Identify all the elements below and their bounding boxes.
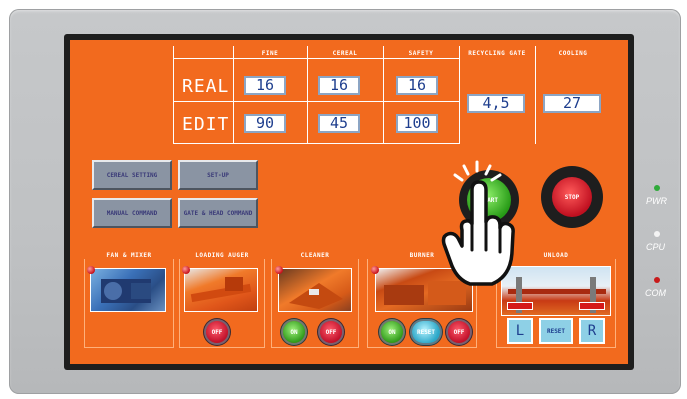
unload-right-indicator xyxy=(579,302,605,310)
fan-mixer-status-led xyxy=(87,266,95,274)
grid-line xyxy=(459,46,460,144)
header-safety: SAFETY xyxy=(408,50,434,57)
cereal-setting-button[interactable]: CEREAL SETTING xyxy=(92,160,172,190)
hmi-screen: FINE CEREAL SAFETY RECYCLING GATE COOLIN… xyxy=(70,40,628,364)
grid-line xyxy=(173,58,234,59)
burner-status-led xyxy=(371,266,379,274)
cleaner-status-led xyxy=(275,266,283,274)
stop-button[interactable]: STOP xyxy=(541,166,603,228)
cpu-label: CPU xyxy=(646,242,666,252)
edit-cereal-input[interactable]: 45 xyxy=(318,114,360,133)
unload-reset-button[interactable]: RESET xyxy=(539,318,573,344)
grid-line xyxy=(535,46,536,144)
loading-auger-label: LOADING AUGER xyxy=(179,252,265,259)
manual-command-button[interactable]: MANUAL COMMAND xyxy=(92,198,172,228)
fan-mixer-image xyxy=(90,268,166,312)
set-up-button[interactable]: SET-UP xyxy=(178,160,258,190)
com-label: COM xyxy=(645,288,666,298)
recycling-gate-value: 4,5 xyxy=(467,94,525,113)
real-fine-value: 16 xyxy=(244,76,286,95)
grid-line xyxy=(233,58,459,59)
edit-safety-input[interactable]: 100 xyxy=(396,114,438,133)
unload-right-button[interactable]: R xyxy=(579,318,605,344)
unload-left-button[interactable]: L xyxy=(507,318,533,344)
loading-auger-off-button[interactable]: OFF xyxy=(206,321,228,343)
cleaner-on-button[interactable]: ON xyxy=(283,321,305,343)
com-led xyxy=(654,277,660,283)
pwr-label: PWR xyxy=(646,196,667,206)
burner-on-button[interactable]: ON xyxy=(381,321,403,343)
cpu-led xyxy=(654,231,660,237)
stop-button-cap: STOP xyxy=(552,177,592,217)
header-cereal: CEREAL xyxy=(332,50,358,57)
fan-mixer-machine-icon xyxy=(101,279,151,303)
pwr-led xyxy=(654,185,660,191)
cleaner-label: CLEANER xyxy=(271,252,359,259)
real-cereal-value: 16 xyxy=(318,76,360,95)
grid-line xyxy=(383,46,384,144)
stop-label: STOP xyxy=(564,193,580,201)
real-safety-value: 16 xyxy=(396,76,438,95)
cleaner-machine-icon xyxy=(289,283,343,309)
header-cooling: COOLING xyxy=(558,50,588,57)
cleaner-image xyxy=(278,268,352,312)
gate-head-command-button[interactable]: GATE & HEAD COMMAND xyxy=(178,198,258,228)
auger-machine-icon xyxy=(190,277,252,303)
grid-line xyxy=(173,101,460,102)
grid-line xyxy=(173,46,174,144)
grid-line xyxy=(307,46,308,144)
row-label-edit: EDIT xyxy=(182,114,230,135)
header-fine: FINE xyxy=(261,50,279,57)
edit-fine-input[interactable]: 90 xyxy=(244,114,286,133)
loading-auger-image xyxy=(184,268,258,312)
grid-line xyxy=(173,143,460,144)
grid-line xyxy=(233,46,234,144)
unload-left-indicator xyxy=(507,302,533,310)
header-recycling-gate: RECYCLING GATE xyxy=(468,50,526,57)
hand-pointer-icon xyxy=(441,160,515,286)
cleaner-off-button[interactable]: OFF xyxy=(320,321,342,343)
burner-reset-button[interactable]: RESET xyxy=(412,321,440,343)
cooling-value: 27 xyxy=(543,94,601,113)
burner-off-button[interactable]: OFF xyxy=(448,321,470,343)
fan-mixer-label: FAN & MIXER xyxy=(84,252,174,259)
row-label-real: REAL xyxy=(182,76,230,97)
loading-auger-status-led xyxy=(182,266,190,274)
